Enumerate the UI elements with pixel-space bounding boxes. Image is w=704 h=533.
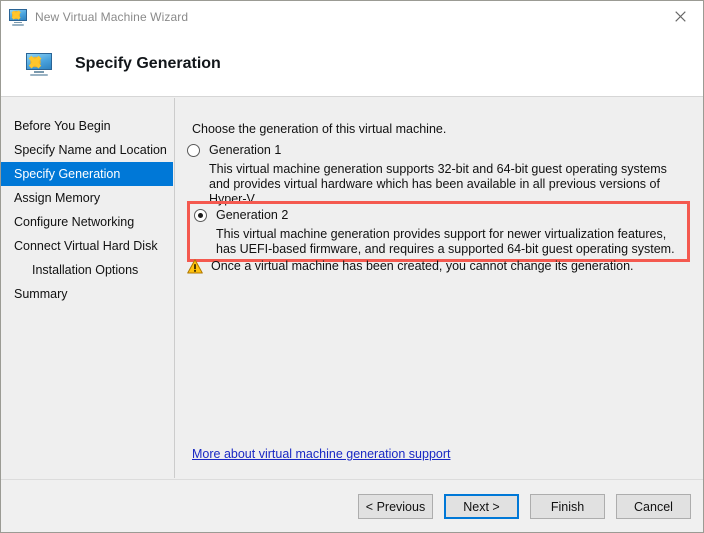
generation-2-description: This virtual machine generation provides… [216, 227, 685, 257]
next-button[interactable]: Next > [444, 494, 519, 519]
close-icon[interactable] [658, 1, 703, 31]
generation-1-radio[interactable] [187, 144, 200, 157]
previous-button[interactable]: < Previous [358, 494, 433, 519]
generation-1-option[interactable]: Generation 1 This virtual machine genera… [187, 143, 687, 207]
sidebar-item-installation-options[interactable]: Installation Options [1, 258, 174, 282]
wizard-step-navigation: Before You Begin Specify Name and Locati… [1, 98, 175, 478]
sidebar-item-summary[interactable]: Summary [1, 282, 174, 306]
sidebar-item-assign-memory[interactable]: Assign Memory [1, 186, 174, 210]
new-virtual-machine-wizard-window: New Virtual Machine Wizard Specify Gener… [0, 0, 704, 533]
generation-2-label[interactable]: Generation 2 [216, 208, 288, 222]
page-title: Specify Generation [75, 55, 221, 73]
intro-text: Choose the generation of this virtual ma… [192, 122, 446, 136]
virtual-machine-icon [26, 52, 52, 76]
warning-text: Once a virtual machine has been created,… [211, 259, 634, 274]
more-about-generation-support-link[interactable]: More about virtual machine generation su… [192, 447, 450, 461]
generation-1-label[interactable]: Generation 1 [209, 143, 281, 157]
footer-button-group: < Previous Next > Finish Cancel [358, 494, 691, 519]
virtual-machine-icon [9, 8, 27, 26]
sidebar-item-specify-generation[interactable]: Specify Generation [1, 162, 173, 186]
main-content-panel: Choose the generation of this virtual ma… [176, 98, 703, 478]
sidebar-item-connect-virtual-hard-disk[interactable]: Connect Virtual Hard Disk [1, 234, 174, 258]
sidebar-item-configure-networking[interactable]: Configure Networking [1, 210, 174, 234]
warning-triangle-icon [187, 259, 203, 274]
generation-warning: Once a virtual machine has been created,… [187, 259, 634, 274]
page-header: Specify Generation [1, 32, 703, 97]
finish-button[interactable]: Finish [530, 494, 605, 519]
generation-2-radio[interactable] [194, 209, 207, 222]
cancel-button[interactable]: Cancel [616, 494, 691, 519]
dialog-footer: < Previous Next > Finish Cancel [1, 479, 703, 532]
window-title: New Virtual Machine Wizard [35, 10, 188, 24]
sidebar-item-specify-name-and-location[interactable]: Specify Name and Location [1, 138, 174, 162]
sidebar-item-before-you-begin[interactable]: Before You Begin [1, 114, 174, 138]
title-bar: New Virtual Machine Wizard [1, 1, 703, 32]
generation-2-option-highlight[interactable]: Generation 2 This virtual machine genera… [187, 201, 690, 262]
